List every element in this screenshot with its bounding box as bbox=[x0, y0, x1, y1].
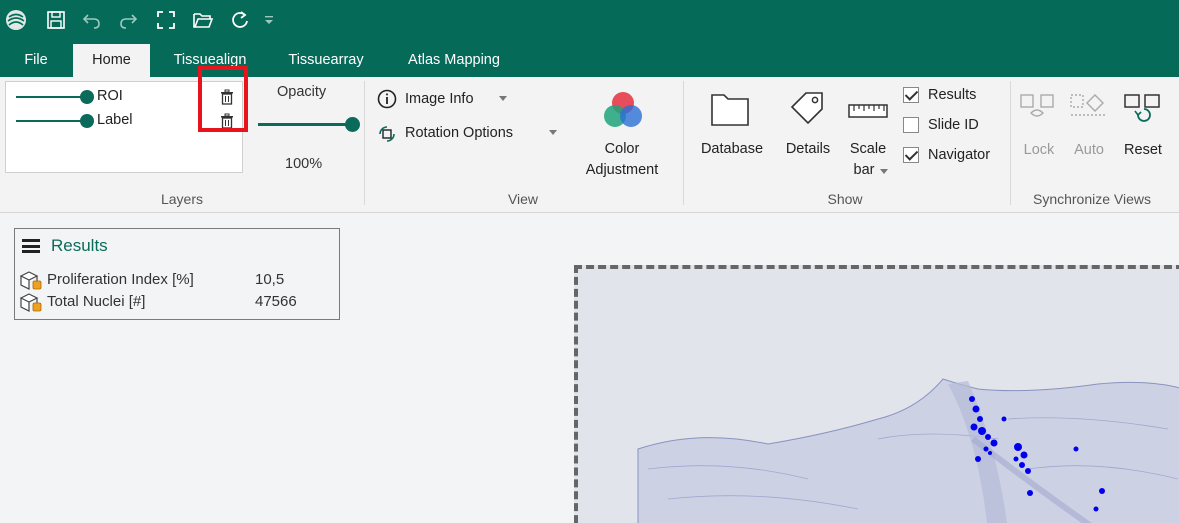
results-row: Total Nuclei [#] 47566 bbox=[19, 291, 337, 313]
lock-label: Lock bbox=[1023, 142, 1055, 158]
fullscreen-icon[interactable] bbox=[154, 7, 178, 33]
open-folder-icon[interactable] bbox=[190, 7, 216, 33]
tab-atlas-mapping[interactable]: Atlas Mapping bbox=[386, 44, 522, 77]
scale-bar-dropdown-icon[interactable] bbox=[880, 169, 888, 174]
results-row-value: 47566 bbox=[255, 293, 297, 310]
info-icon bbox=[377, 89, 397, 109]
database-button[interactable]: Database bbox=[692, 89, 772, 161]
auto-label: Auto bbox=[1074, 142, 1104, 158]
results-checkbox[interactable] bbox=[903, 87, 919, 103]
app-logo-icon bbox=[4, 7, 28, 33]
color-adjustment-label-1: Color bbox=[604, 141, 640, 157]
group-label-show: Show bbox=[827, 191, 863, 207]
highlight-annotation bbox=[198, 66, 248, 132]
group-label-synchronize-views: Synchronize Views bbox=[1032, 191, 1152, 207]
opacity-title: Opacity bbox=[277, 84, 327, 100]
scale-bar-button[interactable]: Scale bar bbox=[842, 89, 894, 185]
results-checkbox-label[interactable]: Results bbox=[928, 87, 976, 103]
layer-line bbox=[16, 120, 86, 122]
layer-color-dot bbox=[80, 90, 94, 104]
details-label: Details bbox=[785, 141, 831, 157]
results-panel: Results Proliferation Index [%] 10,5 Tot… bbox=[14, 228, 340, 320]
group-divider bbox=[683, 81, 684, 205]
color-adjustment-button[interactable]: Color Adjustment bbox=[574, 89, 670, 185]
layer-label: Label bbox=[97, 112, 133, 128]
save-icon[interactable] bbox=[44, 7, 68, 33]
tissue-image[interactable] bbox=[578, 269, 1179, 523]
redo-icon[interactable] bbox=[116, 7, 140, 33]
group-divider bbox=[364, 81, 365, 205]
layer-color-dot bbox=[80, 114, 94, 128]
navigator-checkbox-label[interactable]: Navigator bbox=[928, 147, 990, 163]
image-info-dropdown-icon[interactable] bbox=[499, 96, 507, 101]
details-button[interactable]: Details bbox=[776, 89, 840, 161]
results-row-value: 10,5 bbox=[255, 271, 285, 288]
refresh-icon[interactable] bbox=[228, 7, 252, 33]
tab-file[interactable]: File bbox=[8, 44, 64, 77]
group-label-layers: Layers bbox=[160, 191, 204, 207]
slide-id-checkbox[interactable] bbox=[903, 117, 919, 133]
measurement-cube-icon bbox=[19, 293, 42, 312]
title-bar bbox=[0, 0, 1179, 44]
group-label-view: View bbox=[507, 191, 539, 207]
rotation-options-dropdown-icon[interactable] bbox=[549, 130, 557, 135]
reset-views-icon bbox=[1124, 94, 1160, 122]
slide-image-viewport[interactable] bbox=[574, 265, 1179, 523]
lock-views-icon bbox=[1020, 94, 1054, 117]
database-folder-icon bbox=[711, 94, 749, 126]
undo-icon[interactable] bbox=[80, 7, 104, 33]
auto-sync-icon bbox=[1070, 94, 1107, 116]
ribbon: ROI Label Layers Image Info Rotation Opt… bbox=[0, 77, 1179, 213]
measurement-cube-icon bbox=[19, 271, 42, 290]
color-adjustment-label-2: Adjustment bbox=[585, 162, 659, 178]
group-divider bbox=[1010, 81, 1011, 205]
customize-dropdown-icon[interactable] bbox=[262, 7, 276, 33]
ribbon-tabs: File Home Tissuealign Tissuearray Atlas … bbox=[0, 44, 1179, 77]
auto-button[interactable]: Auto bbox=[1065, 91, 1113, 163]
color-adjustment-icon bbox=[604, 92, 642, 127]
opacity-slider-knob[interactable] bbox=[345, 117, 360, 132]
hamburger-menu-icon[interactable] bbox=[22, 239, 40, 253]
scale-bar-label-1: Scale bbox=[849, 141, 887, 157]
rotation-options-label: Rotation Options bbox=[405, 125, 514, 141]
lock-button[interactable]: Lock bbox=[1016, 91, 1062, 163]
layer-line bbox=[16, 96, 86, 98]
image-info-label: Image Info bbox=[405, 91, 474, 107]
tab-tissuearray[interactable]: Tissuearray bbox=[272, 44, 380, 77]
tag-icon bbox=[790, 92, 823, 125]
navigator-checkbox[interactable] bbox=[903, 147, 919, 163]
results-row-label: Proliferation Index [%] bbox=[47, 271, 194, 288]
reset-label: Reset bbox=[1124, 142, 1162, 158]
reset-button[interactable]: Reset bbox=[1118, 91, 1168, 163]
rotation-icon bbox=[379, 126, 395, 142]
opacity-slider-track[interactable] bbox=[258, 123, 350, 126]
ruler-icon bbox=[848, 104, 888, 118]
slide-id-checkbox-label[interactable]: Slide ID bbox=[928, 117, 979, 133]
opacity-value: 100% bbox=[285, 156, 323, 172]
tab-home[interactable]: Home bbox=[73, 44, 150, 77]
results-row: Proliferation Index [%] 10,5 bbox=[19, 269, 337, 291]
results-title: Results bbox=[51, 236, 108, 255]
layer-label: ROI bbox=[97, 88, 123, 104]
database-label: Database bbox=[700, 141, 764, 157]
results-row-label: Total Nuclei [#] bbox=[47, 293, 146, 310]
